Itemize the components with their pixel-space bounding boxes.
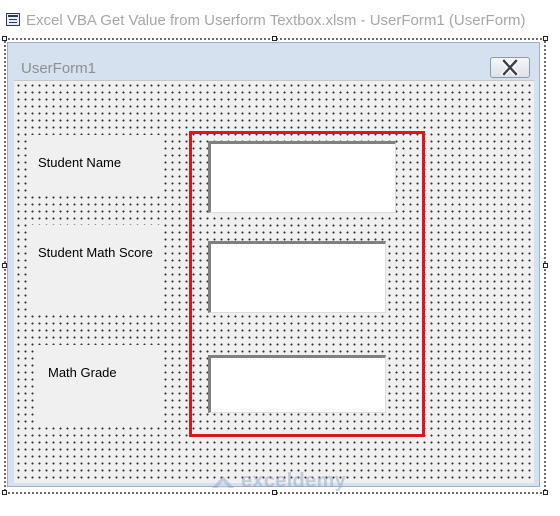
window-titlebar: Excel VBA Get Value from Userform Textbo… <box>0 0 560 34</box>
resize-handle-top-center[interactable] <box>272 36 277 41</box>
resize-handle-bottom-left[interactable] <box>2 490 7 495</box>
userform-caption: UserForm1 <box>21 60 97 77</box>
watermark-text: exceldemy <box>241 469 346 492</box>
textbox-highlight-box <box>189 131 425 437</box>
close-x-icon <box>501 59 519 76</box>
student-math-score-label: Student Math Score <box>28 225 162 313</box>
userform-design-canvas[interactable]: Student Name Student Math Score Math Gra… <box>14 80 534 483</box>
resize-handle-middle-right[interactable] <box>543 263 548 268</box>
resize-handle-top-left[interactable] <box>2 36 7 41</box>
window-title: Excel VBA Get Value from Userform Textbo… <box>26 12 526 29</box>
exceldemy-logo-icon <box>212 476 234 488</box>
resize-handle-top-right[interactable] <box>543 36 548 41</box>
resize-handle-bottom-right[interactable] <box>543 490 548 495</box>
userform-designer-icon <box>6 13 20 26</box>
watermark: exceldemy <box>210 470 346 492</box>
math-grade-label: Math Grade <box>38 345 162 423</box>
student-name-label: Student Name <box>28 135 162 195</box>
userform-window[interactable]: UserForm1 Student Name Student Math Scor… <box>7 42 540 487</box>
close-button[interactable] <box>490 57 530 78</box>
